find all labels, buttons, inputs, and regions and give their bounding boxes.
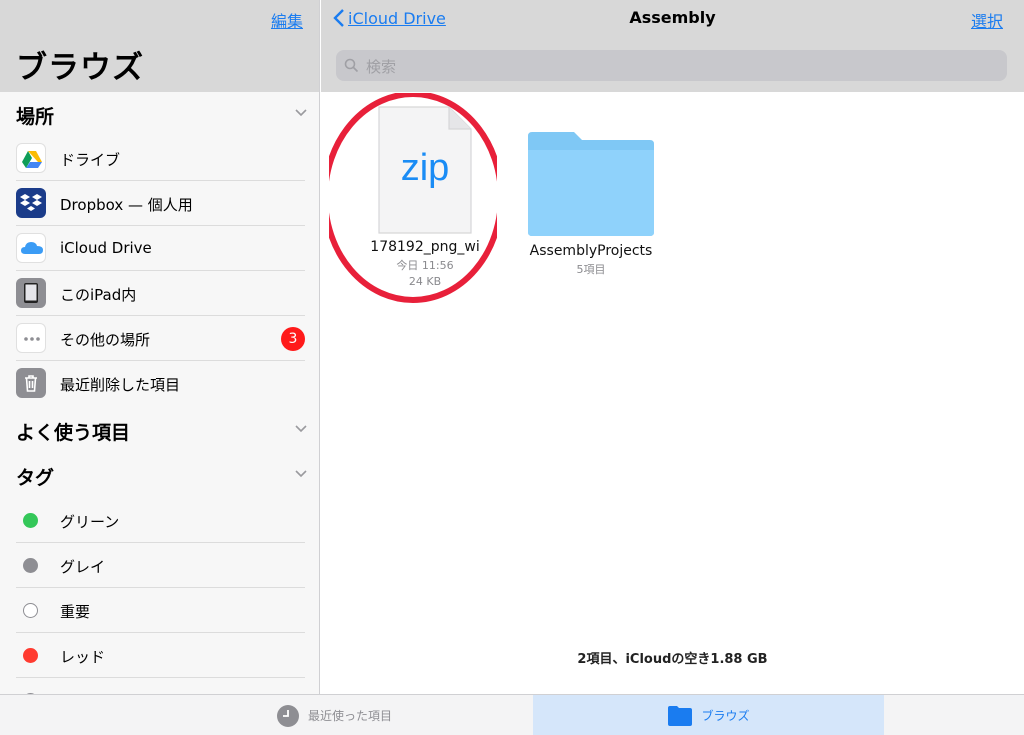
- ipad-icon: [16, 278, 46, 308]
- trash-icon: [16, 368, 46, 398]
- sidebar: 編集 ブラウズ 場所 ドライブ Dropbox — 個人用 iCloud Dri…: [0, 0, 320, 694]
- storage-summary: 2項目、iCloudの空き1.88 GB: [577, 652, 768, 667]
- sidebar-item-tag-partial[interactable]: [16, 678, 305, 694]
- chevron-down-icon: [295, 425, 307, 433]
- search-placeholder: 検索: [366, 58, 397, 76]
- tag-dot-icon: [23, 603, 38, 618]
- edit-button[interactable]: 編集: [271, 8, 303, 32]
- tag-dot-icon: [23, 513, 38, 528]
- sidebar-item-label: その他の場所: [60, 331, 151, 349]
- folder-icon: [668, 705, 693, 726]
- dropbox-icon: [16, 188, 46, 218]
- section-locations-header[interactable]: 場所: [16, 100, 308, 128]
- page-title: Assembly: [629, 8, 716, 27]
- google-drive-icon: [16, 143, 46, 173]
- icloud-icon: [16, 233, 46, 263]
- folder-name: AssemblyProjects: [529, 243, 653, 259]
- sidebar-item-icloud[interactable]: iCloud Drive: [16, 226, 305, 271]
- folder-icon: [528, 132, 654, 236]
- folder-count: 5項目: [576, 263, 606, 276]
- file-item-zip[interactable]: zip 178192_png_wi 今日 11:56 24 KB: [329, 93, 509, 303]
- tab-recents[interactable]: 最近使った項目: [276, 695, 392, 735]
- sidebar-item-other-locations[interactable]: その他の場所 3: [16, 316, 305, 361]
- sidebar-item-label: このiPad内: [60, 286, 137, 304]
- sidebar-item-label: グレイ: [60, 558, 106, 576]
- sidebar-item-dropbox[interactable]: Dropbox — 個人用: [16, 181, 305, 226]
- search-input[interactable]: 検索: [336, 50, 1007, 81]
- sidebar-item-tag-green[interactable]: グリーン: [16, 498, 305, 543]
- navigation-bar: iCloud Drive Assembly 選択 検索: [321, 0, 1024, 92]
- sidebar-item-recently-deleted[interactable]: 最近削除した項目: [16, 361, 305, 406]
- main-content: iCloud Drive Assembly 選択 検索 zip 178192_p…: [321, 0, 1024, 694]
- sidebar-item-label: Dropbox — 個人用: [60, 196, 193, 214]
- notification-badge: 3: [281, 327, 305, 351]
- section-locations-label: 場所: [16, 106, 55, 128]
- sidebar-title: ブラウズ: [16, 50, 144, 86]
- section-tags-header[interactable]: タグ: [16, 461, 308, 489]
- tab-browse-label: ブラウズ: [701, 709, 750, 723]
- section-favorites-label: よく使う項目: [16, 422, 131, 444]
- tag-dot-icon: [23, 648, 38, 663]
- sidebar-item-ipad[interactable]: このiPad内: [16, 271, 305, 316]
- tag-dot-icon: [23, 558, 38, 573]
- sidebar-item-label: レッド: [60, 648, 106, 666]
- sidebar-header: 編集 ブラウズ: [0, 0, 319, 92]
- more-icon: [16, 323, 46, 353]
- search-icon: [344, 58, 359, 73]
- sidebar-item-tag-gray[interactable]: グレイ: [16, 543, 305, 588]
- sidebar-item-label: iCloud Drive: [60, 239, 152, 257]
- folder-item-assembly-projects[interactable]: AssemblyProjects 5項目: [511, 128, 671, 277]
- chevron-down-icon: [295, 109, 307, 117]
- select-button[interactable]: 選択: [971, 8, 1003, 32]
- sidebar-item-tag-important[interactable]: 重要: [16, 588, 305, 633]
- sidebar-item-tag-red[interactable]: レッド: [16, 633, 305, 678]
- tab-recents-label: 最近使った項目: [308, 709, 393, 723]
- tab-browse[interactable]: ブラウズ: [533, 695, 884, 735]
- sidebar-item-label: ドライブ: [60, 151, 121, 169]
- sidebar-item-label: 最近削除した項目: [60, 376, 181, 394]
- zip-label: zip: [400, 147, 450, 189]
- chevron-down-icon: [295, 470, 307, 478]
- clock-icon: [277, 704, 299, 727]
- tab-bar: 最近使った項目 ブラウズ: [0, 694, 1024, 735]
- section-favorites-header[interactable]: よく使う項目: [16, 416, 308, 444]
- sidebar-item-label: 重要: [60, 603, 91, 621]
- sidebar-item-label: グリーン: [60, 513, 120, 531]
- section-tags-label: タグ: [16, 467, 55, 489]
- sidebar-item-drive[interactable]: ドライブ: [16, 136, 305, 181]
